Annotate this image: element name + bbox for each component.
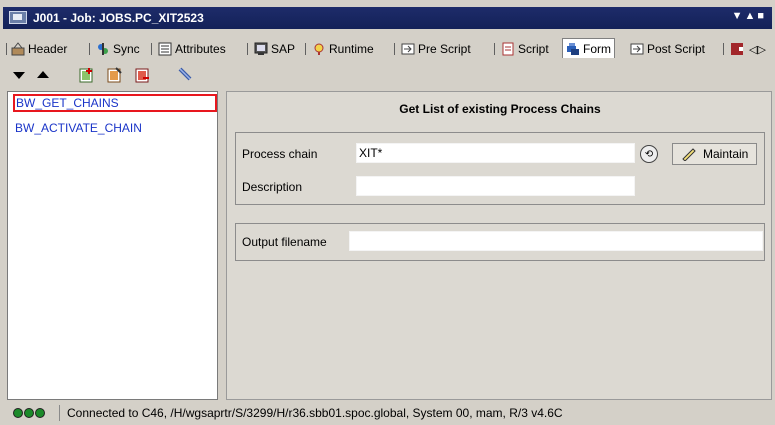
pre-script-icon [401,42,415,56]
process-chain-field[interactable]: XIT* [356,143,635,163]
tab-label: Runtime [329,42,374,56]
tool-icon[interactable] [176,66,193,83]
delete-icon[interactable] [134,66,151,83]
status-led-icon [24,408,34,418]
window-icon [9,11,27,24]
move-up-icon[interactable] [34,66,51,83]
tab-attributes[interactable]: Attributes [158,39,226,59]
move-down-icon[interactable] [10,66,27,83]
output-filename-field[interactable] [349,231,763,251]
window-controls[interactable]: ▼▲■ [732,10,766,22]
tab-runtime[interactable]: Runtime [312,39,374,59]
tab-separator [89,43,90,55]
sap-icon [254,42,268,56]
script-icon [501,42,515,56]
tab-separator [6,43,7,55]
pencil-icon [682,148,696,161]
list-item-selected[interactable]: BW_GET_CHAINS [13,94,217,112]
connection-indicator [13,408,46,418]
status-separator [59,405,60,421]
tab-bar: Header Sync Attributes SAP Runtime Pre S… [3,38,772,60]
tab-sync[interactable]: Sync [96,39,140,59]
tab-label: SAP [271,42,296,56]
list-item[interactable]: BW_ACTIVATE_CHAIN [13,119,142,137]
form-title: Get List of existing Process Chains [399,102,601,116]
tab-separator [494,43,495,55]
maintain-label: Maintain [703,147,749,161]
tab-form[interactable]: Form [562,38,615,58]
more-tabs-icon[interactable] [730,39,744,59]
script-list[interactable]: BW_GET_CHAINS BW_ACTIVATE_CHAIN [7,91,218,400]
chain-group: Process chain XIT* ⟲ Maintain Descriptio… [235,132,765,205]
post-script-icon [630,42,644,56]
form-panel: Get List of existing Process Chains Proc… [226,91,772,400]
output-filename-label: Output filename [242,235,327,249]
tab-separator [394,43,395,55]
tab-separator [151,43,152,55]
tab-label: Pre Script [418,42,471,56]
tab-sap[interactable]: SAP [254,39,295,59]
status-text: Connected to C46, /H/wgsaprtr/S/3299/H/r… [67,406,563,420]
tab-separator [305,43,306,55]
tab-separator [723,43,724,55]
tab-pre-script[interactable]: Pre Script [401,39,471,59]
description-label: Description [242,180,303,194]
tab-label: Attributes [175,42,226,56]
attributes-icon [158,42,172,56]
runtime-icon [312,42,326,56]
tab-header[interactable]: Header [11,39,67,59]
tab-script[interactable]: Script [501,39,549,59]
status-led-icon [13,408,23,418]
process-chain-label: Process chain [242,147,318,161]
title-bar[interactable]: J001 - Job: JOBS.PC_XIT2523 ▼▲■ [3,7,772,29]
job-window: J001 - Job: JOBS.PC_XIT2523 ▼▲■ Header S… [0,0,775,425]
tab-scroll-arrows[interactable]: ◁▷ [749,39,766,59]
edit-icon[interactable] [106,66,123,83]
status-bar: Connected to C46, /H/wgsaprtr/S/3299/H/r… [3,403,772,423]
tab-label: Post Script [647,42,706,56]
maintain-button[interactable]: Maintain [672,143,758,165]
add-icon[interactable] [78,66,95,83]
window-title: J001 - Job: JOBS.PC_XIT2523 [33,11,204,25]
refresh-icon[interactable]: ⟲ [640,145,658,163]
tab-label: Sync [113,42,140,56]
tab-label: Script [518,42,549,56]
header-icon [11,42,25,56]
form-icon [566,42,580,56]
output-group: Output filename [235,223,765,261]
tab-post-script[interactable]: Post Script [630,39,705,59]
sync-icon [96,42,110,56]
tab-label: Header [28,42,68,56]
tab-label: Form [583,41,611,56]
splitter[interactable] [218,91,226,400]
description-field[interactable] [356,176,635,196]
tab-separator [247,43,248,55]
status-led-icon [35,408,45,418]
